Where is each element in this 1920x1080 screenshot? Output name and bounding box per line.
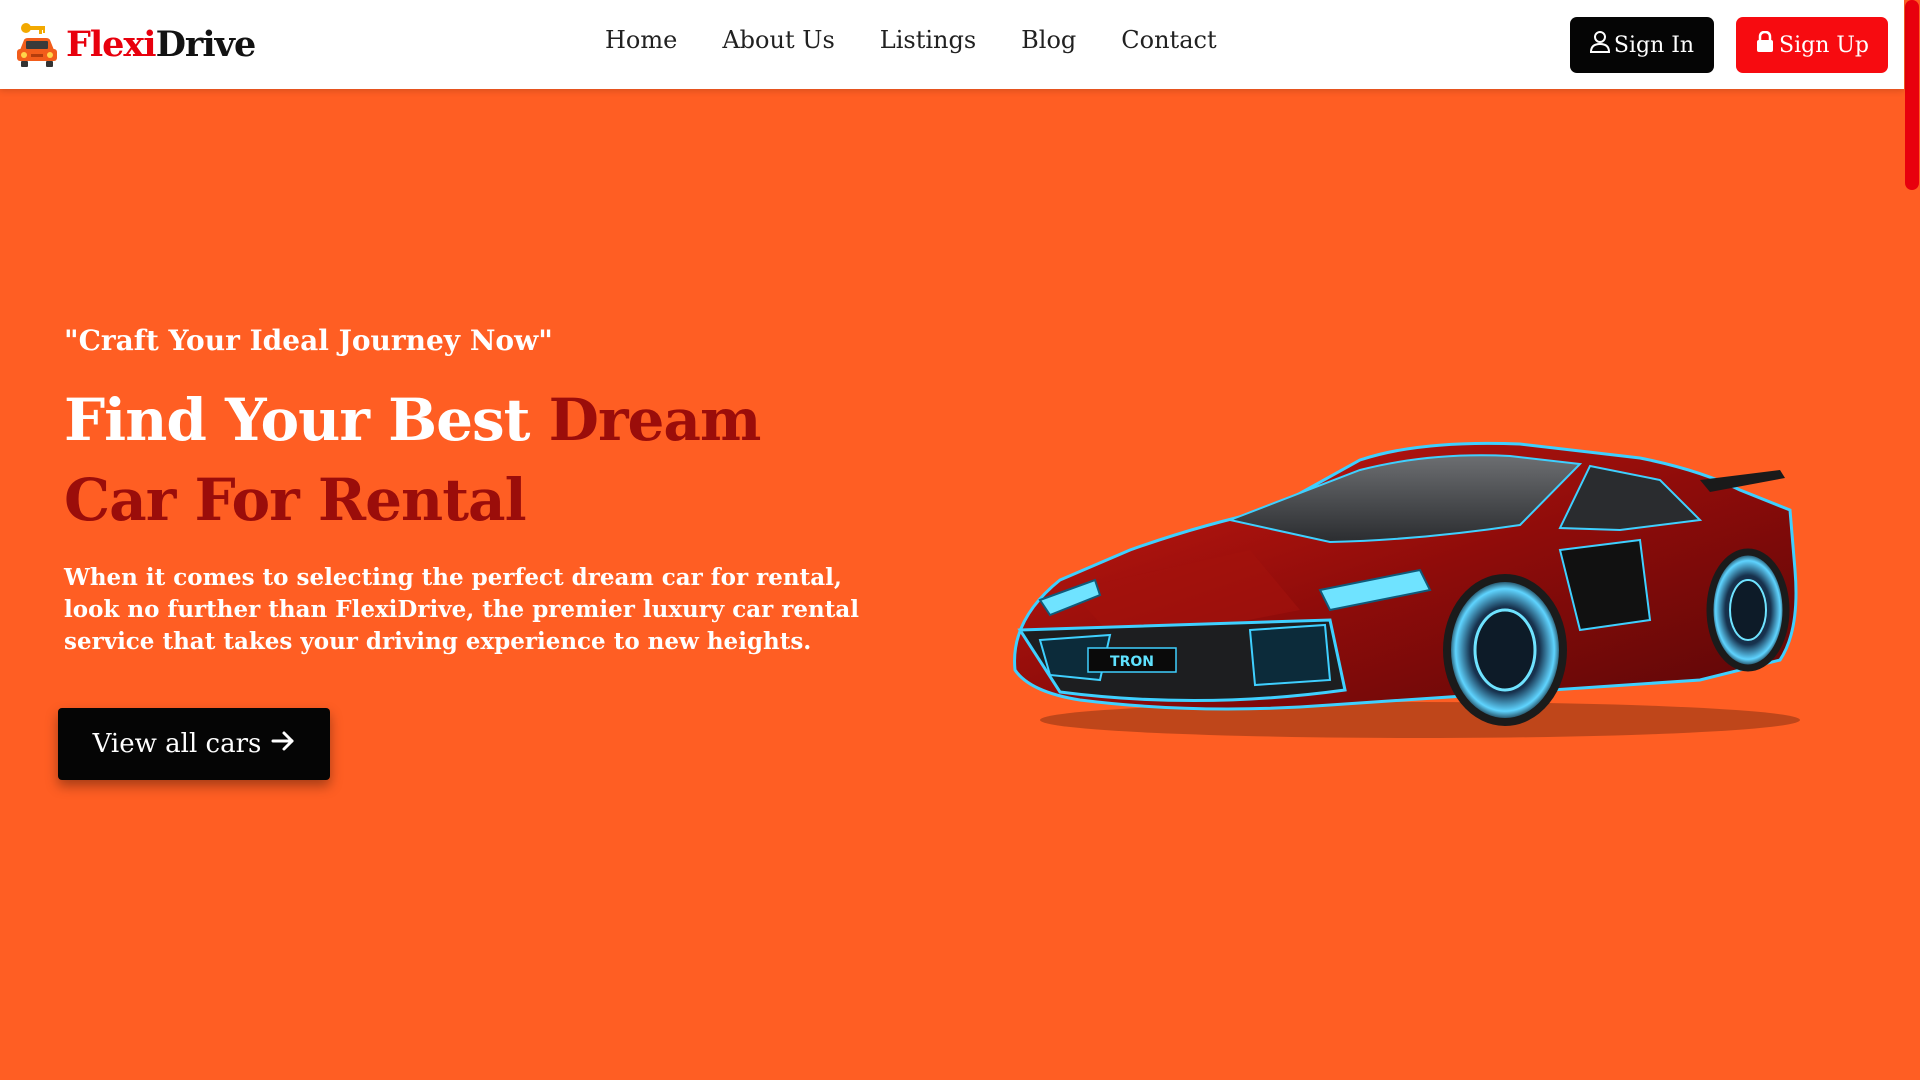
car-key-icon bbox=[14, 20, 60, 68]
brand-name-part2: Drive bbox=[155, 23, 257, 65]
hero-title-white: Find Your Best bbox=[64, 386, 549, 454]
main-nav: Home About Us Listings Blog Contact bbox=[605, 26, 1262, 54]
hero-description: When it comes to selecting the perfect d… bbox=[64, 564, 860, 655]
arrow-right-icon bbox=[271, 729, 295, 759]
license-plate: TRON bbox=[1110, 654, 1154, 670]
brand-name-part1: Flexi bbox=[66, 23, 157, 65]
brand-name: FlexiDrive bbox=[66, 23, 257, 65]
brand-logo[interactable]: FlexiDrive bbox=[14, 20, 257, 68]
navbar: FlexiDrive Home About Us Listings Blog C… bbox=[0, 0, 1904, 89]
sign-in-label: Sign In bbox=[1613, 32, 1695, 58]
user-icon bbox=[1589, 31, 1610, 59]
nav-link-blog[interactable]: Blog bbox=[1021, 26, 1076, 54]
nav-link-home[interactable]: Home bbox=[605, 26, 677, 54]
sign-up-label: Sign Up bbox=[1779, 32, 1869, 58]
sign-in-button[interactable]: Sign In bbox=[1570, 17, 1714, 73]
hero-car-image: TRON bbox=[1000, 430, 1810, 750]
hero-tagline: "Craft Your Ideal Journey Now" bbox=[64, 324, 553, 357]
view-all-cars-button[interactable]: View all cars bbox=[58, 708, 330, 780]
sign-up-button[interactable]: Sign Up bbox=[1736, 17, 1888, 73]
nav-link-about-us[interactable]: About Us bbox=[722, 26, 834, 54]
lock-icon bbox=[1755, 30, 1775, 59]
nav-link-listings[interactable]: Listings bbox=[880, 26, 976, 54]
view-all-cars-label: View all cars bbox=[92, 729, 262, 759]
hero-title: Find Your Best Dream Car For Rental bbox=[64, 380, 864, 540]
nav-link-contact[interactable]: Contact bbox=[1121, 26, 1216, 54]
scrollbar-thumb[interactable] bbox=[1905, 0, 1919, 190]
